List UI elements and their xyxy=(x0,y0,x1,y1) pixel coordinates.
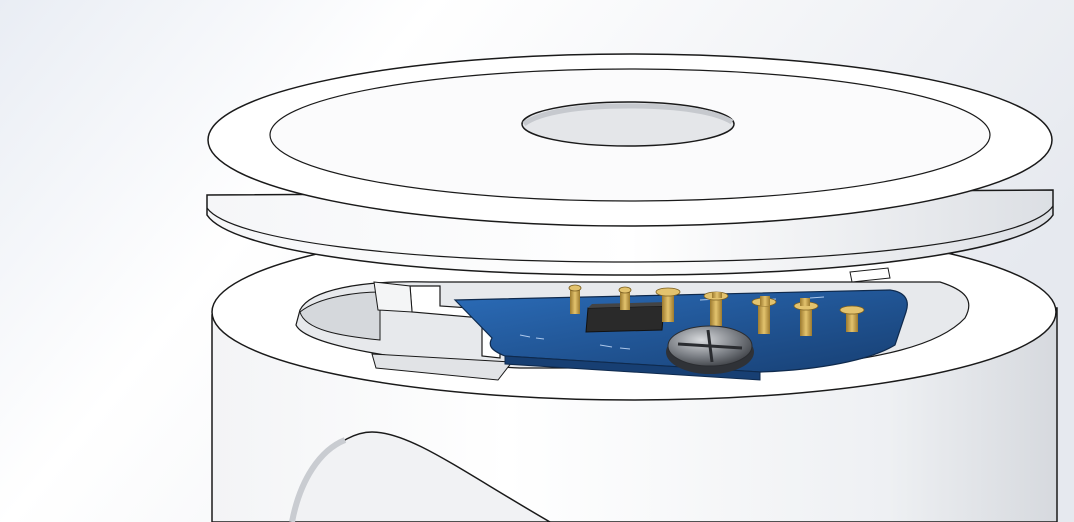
lid xyxy=(206,53,1054,283)
lid-hole xyxy=(521,101,735,147)
cad-render-svg xyxy=(0,0,1074,522)
render-scene xyxy=(0,0,1074,522)
mount-screw xyxy=(666,325,754,374)
